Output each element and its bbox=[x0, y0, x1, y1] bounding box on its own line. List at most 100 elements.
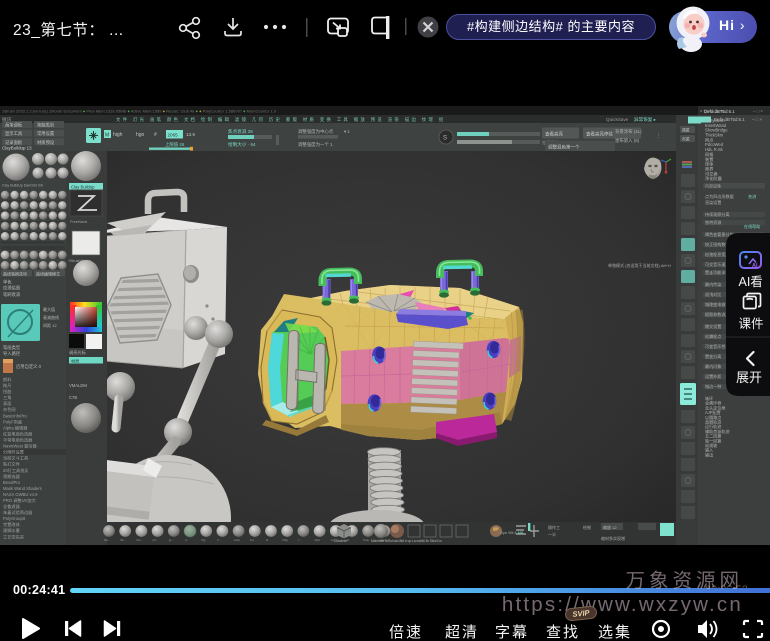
svg-text:杂色网: 杂色网 bbox=[3, 406, 16, 413]
svg-text:平常电商色选器: 平常电商色选器 bbox=[3, 437, 33, 444]
svg-text:内部说像: 内部说像 bbox=[705, 183, 721, 189]
svg-text:gt...: gt... bbox=[169, 538, 174, 542]
svg-text:Clay Buildup: Clay Buildup bbox=[71, 184, 95, 189]
svg-text:#: # bbox=[154, 132, 157, 138]
svg-text:最内闪象: 最内闪象 bbox=[705, 363, 721, 369]
svg-text:建脚水墨: 建脚水墨 bbox=[3, 527, 20, 534]
svg-text:渲染设置: 渲染设置 bbox=[705, 199, 721, 205]
svg-text:Pole: Pole bbox=[363, 538, 369, 542]
svg-text:导入路径: 导入路径 bbox=[3, 350, 21, 357]
svg-text:单独模式 (仅适用于当前文档) Alt+H: 单独模式 (仅适用于当前文档) Alt+H bbox=[608, 262, 671, 268]
svg-text:城边一种: 城边一种 bbox=[705, 383, 721, 389]
svg-text:棚交设置: 棚交设置 bbox=[705, 323, 721, 329]
svg-text:三角: 三角 bbox=[3, 394, 11, 401]
svg-text:Alpha 编辑器: Alpha 编辑器 bbox=[3, 424, 28, 431]
svg-text:朱着试验两边器: 朱着试验两边器 bbox=[3, 509, 33, 516]
svg-text:城隍变电核法: 城隍变电核法 bbox=[705, 301, 730, 307]
svg-text:展开: 展开 bbox=[736, 370, 762, 385]
svg-text:文件 灯光 画笔 颜色 文档 绘制 编辑 滤镜 几何 历史: 文件 灯光 画笔 颜色 文档 绘制 编辑 滤镜 几何 历史 蒙版 材质 变换 工… bbox=[116, 116, 445, 123]
svg-text:表面: 表面 bbox=[3, 400, 11, 407]
svg-text:完置改体: 完置改体 bbox=[3, 521, 21, 528]
svg-text:置走功能半径: 置走功能半径 bbox=[705, 269, 730, 275]
svg-text:high: high bbox=[113, 132, 123, 138]
svg-text:AI看: AI看 bbox=[739, 275, 763, 289]
svg-text:Sm...: Sm... bbox=[136, 538, 143, 542]
svg-text:课件: 课件 bbox=[739, 317, 764, 331]
svg-text:画笔调板: 画笔调板 bbox=[5, 122, 23, 129]
svg-text:Mask Wand Shaders: Mask Wand Shaders bbox=[3, 486, 42, 491]
svg-text:ib.: ib. bbox=[266, 538, 269, 542]
svg-text:启用自定义 0: 启用自定义 0 bbox=[16, 363, 42, 370]
svg-text:‒ □ ×: ‒ □ × bbox=[753, 109, 763, 114]
svg-text:一半: 一半 bbox=[548, 531, 556, 537]
svg-text:曲线笔刷选项: 曲线笔刷选项 bbox=[3, 271, 27, 277]
svg-text:点为四边形数据: 点为四边形数据 bbox=[705, 193, 734, 199]
svg-text:Clay BuildUp DamStd Infl: Clay BuildUp DamStd Infl bbox=[2, 184, 43, 188]
svg-text:背景涂布 (4L): 背景涂布 (4L) bbox=[615, 128, 642, 135]
svg-text:赋图参数选项: 赋图参数选项 bbox=[705, 311, 730, 317]
svg-text:置变分离: 置变分离 bbox=[705, 353, 721, 359]
svg-text:ZModeler: ZModeler bbox=[334, 539, 348, 543]
svg-text:查看高亮停驻: 查看高亮停驻 bbox=[586, 131, 613, 138]
svg-text:Sig: Sig bbox=[201, 538, 206, 542]
svg-text:h...: h... bbox=[217, 538, 221, 542]
svg-text:Sm: Sm bbox=[250, 538, 255, 542]
svg-text:f...: f... bbox=[298, 538, 301, 542]
svg-text:退浅对比: 退浅对比 bbox=[705, 291, 721, 297]
svg-text:星布第入 (6): 星布第入 (6) bbox=[615, 137, 640, 144]
svg-text:持续观察分离: 持续观察分离 bbox=[705, 211, 730, 217]
svg-text:绘制: 绘制 bbox=[583, 524, 591, 530]
svg-text:PolyGroupIt: PolyGroupIt bbox=[3, 516, 26, 521]
svg-text:调整混色第一个: 调整混色第一个 bbox=[548, 144, 580, 151]
svg-text:扭曲: 扭曲 bbox=[3, 388, 11, 395]
svg-text:调亮光标: 调亮光标 bbox=[69, 349, 86, 356]
svg-text:颜料: 颜料 bbox=[3, 376, 12, 383]
svg-text:材质: 材质 bbox=[71, 358, 79, 365]
svg-text:ph...: ph... bbox=[153, 538, 159, 542]
svg-text:曲线编辑模式: 曲线编辑模式 bbox=[36, 271, 60, 277]
svg-text:全魯遊器: 全魯遊器 bbox=[3, 503, 21, 510]
svg-text:笔刷衰减: 笔刷衰减 bbox=[3, 291, 21, 298]
svg-text:净化防震: 净化防震 bbox=[705, 175, 723, 182]
svg-text:查看高亮: 查看高亮 bbox=[545, 131, 563, 138]
svg-text:间距 12: 间距 12 bbox=[43, 322, 57, 328]
svg-text:cl: cl bbox=[185, 538, 187, 542]
svg-text:工艺觉先进: 工艺觉先进 bbox=[3, 533, 25, 540]
svg-text:最内传染: 最内传染 bbox=[705, 281, 721, 287]
svg-text:PolyF剪裁: PolyF剪裁 bbox=[3, 418, 23, 425]
svg-text:可交音乐速度: 可交音乐速度 bbox=[705, 261, 730, 267]
svg-text:13.9: 13.9 bbox=[186, 132, 195, 137]
svg-text:松耦栓点: 松耦栓点 bbox=[705, 333, 721, 339]
svg-text:BevelPro: BevelPro bbox=[3, 480, 21, 485]
svg-text:布菜: 布菜 bbox=[682, 137, 690, 142]
svg-text:松弛栓息宽度: 松弛栓息宽度 bbox=[705, 251, 730, 257]
svg-text:ClayBuildup 13: ClayBuildup 13 bbox=[2, 146, 32, 151]
svg-text:常用设置: 常用设置 bbox=[37, 130, 55, 137]
svg-text:材质预设: 材质预设 bbox=[37, 139, 55, 146]
svg-text:在线帮助: 在线帮助 bbox=[744, 223, 760, 229]
svg-text:预期选器: 预期选器 bbox=[3, 473, 21, 480]
svg-text:M: M bbox=[105, 133, 109, 139]
svg-text:NavisWest 窗帘器: NavisWest 窗帘器 bbox=[3, 443, 37, 450]
svg-text:Part: Part bbox=[315, 538, 320, 542]
svg-text:当前文斗工具: 当前文斗工具 bbox=[3, 455, 29, 462]
svg-text:缩放 12: 缩放 12 bbox=[603, 524, 617, 530]
svg-text:Sk...: Sk... bbox=[120, 538, 126, 542]
svg-text:调整强度为中心点: 调整强度为中心点 bbox=[298, 128, 334, 135]
svg-text:2065: 2065 bbox=[168, 133, 179, 138]
svg-text:QuickSave: QuickSave bbox=[606, 117, 629, 122]
svg-text:上限值 26: 上限值 26 bbox=[165, 141, 185, 148]
svg-text:Me...: Me... bbox=[104, 538, 111, 542]
svg-text:可变音乐性: 可变音乐性 bbox=[705, 343, 725, 349]
svg-text:褐色变要垂分比: 褐色变要垂分比 bbox=[705, 231, 734, 237]
svg-text:笔画类型: 笔画类型 bbox=[3, 344, 21, 351]
svg-text:‒ □ ×: ‒ □ × bbox=[752, 117, 763, 122]
svg-text:褐菜: 褐菜 bbox=[682, 128, 690, 133]
svg-text:单色: 单色 bbox=[3, 279, 12, 286]
svg-text:Dyn Wt:4 M8: Dyn Wt:4 M8 bbox=[500, 530, 524, 535]
svg-text:最大值: 最大值 bbox=[43, 306, 55, 312]
svg-text:VMALDM: VMALDM bbox=[69, 383, 87, 388]
svg-text:独特资源: 独特资源 bbox=[705, 219, 721, 225]
svg-text:PRO 调整UV加大: PRO 调整UV加大 bbox=[3, 497, 36, 504]
svg-text:S: S bbox=[443, 136, 447, 142]
